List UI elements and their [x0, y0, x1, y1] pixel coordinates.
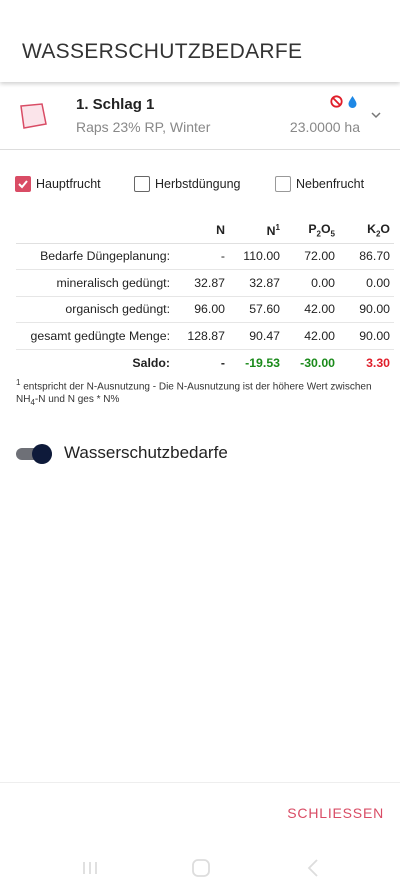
- system-nav-bar: [0, 846, 400, 892]
- app-header: WASSERSCHUTZBEDARFE: [0, 0, 400, 82]
- header-n1: N1: [229, 218, 284, 244]
- header-n: N: [174, 218, 229, 244]
- table-row: Bedarfe Düngeplanung: - 110.00 72.00 86.…: [16, 243, 394, 271]
- cell-k2o: 3.30: [366, 355, 390, 370]
- table-header-row: N N1 P2O5 K2O: [16, 218, 394, 244]
- cell-p2o5: -30.00: [300, 355, 335, 370]
- table-row: organisch gedüngt: 96.00 57.60 42.00 90.…: [16, 296, 394, 324]
- cell-p2o5: 0.00: [284, 269, 339, 297]
- checkbox-herbstduengung[interactable]: Herbstdüngung: [134, 176, 240, 192]
- toggle-label: Wasserschutzbedarfe: [64, 443, 228, 462]
- cell-k2o: 90.00: [339, 322, 394, 350]
- cell-n1: 90.47: [229, 322, 284, 350]
- checkbox-unchecked-icon[interactable]: [134, 176, 150, 192]
- row-label: Bedarfe Düngeplanung:: [16, 243, 174, 271]
- cell-p2o5: 42.00: [284, 296, 339, 324]
- cell-n1: 32.87: [229, 269, 284, 297]
- row-label: organisch gedüngt:: [16, 296, 174, 324]
- footnote: 1 entspricht der N-Ausnutzung - Die N-Au…: [16, 378, 372, 408]
- cell-k2o: 86.70: [339, 243, 394, 271]
- field-area: 23.0000 ha: [289, 119, 360, 135]
- cell-n: -: [220, 355, 225, 370]
- checkbox-unchecked-icon[interactable]: [275, 176, 291, 192]
- home-icon[interactable]: [191, 858, 211, 878]
- cell-n1: -19.53: [245, 355, 280, 370]
- back-icon[interactable]: [304, 858, 324, 878]
- cell-n: 32.87: [174, 269, 229, 297]
- cell-n: 96.00: [174, 296, 229, 324]
- field-crop: Raps 23% RP, Winter: [76, 119, 211, 135]
- recent-apps-icon[interactable]: [80, 858, 100, 878]
- row-label: mineralisch gedüngt:: [16, 269, 174, 297]
- table-row-saldo: Saldo: - -19.53 -30.00 3.30: [16, 349, 394, 376]
- checkbox-label: Nebenfrucht: [296, 177, 365, 191]
- row-label: gesamt gedüngte Menge:: [16, 322, 174, 350]
- nutrient-table: N N1 P2O5 K2O Bedarfe Düngeplanung: - 11…: [16, 218, 394, 376]
- wasserschutz-toggle[interactable]: [16, 444, 54, 464]
- cell-n: -: [174, 243, 229, 271]
- checkbox-hauptfrucht[interactable]: Hauptfrucht: [15, 176, 101, 192]
- crop-type-filters: Hauptfrucht Herbstdüngung Nebenfrucht: [0, 176, 400, 198]
- cell-n1: 57.60: [229, 296, 284, 324]
- cell-n: 128.87: [174, 322, 229, 350]
- header-k2o: K2O: [339, 218, 394, 244]
- checkbox-nebenfrucht[interactable]: Nebenfrucht: [275, 176, 364, 192]
- page-title: WASSERSCHUTZBEDARFE: [22, 40, 303, 63]
- checkbox-label: Herbstdüngung: [155, 177, 241, 191]
- cell-p2o5: 42.00: [284, 322, 339, 350]
- row-label: Saldo:: [132, 355, 170, 370]
- header-p2o5: P2O5: [284, 218, 339, 244]
- close-button[interactable]: SCHLIESSEN: [287, 805, 384, 821]
- dialog-footer: SCHLIESSEN: [0, 782, 400, 842]
- cell-k2o: 90.00: [339, 296, 394, 324]
- cell-k2o: 0.00: [339, 269, 394, 297]
- no-entry-icon: [330, 95, 343, 108]
- water-drop-icon: [348, 96, 357, 108]
- table-row: gesamt gedüngte Menge: 128.87 90.47 42.0…: [16, 322, 394, 350]
- field-shape-icon: [20, 103, 47, 129]
- chevron-down-icon[interactable]: [370, 109, 382, 121]
- checkbox-label: Hauptfrucht: [36, 177, 101, 191]
- checkbox-checked-icon[interactable]: [15, 176, 31, 192]
- field-selector[interactable]: 1. Schlag 1 Raps 23% RP, Winter 23.0000 …: [0, 84, 400, 150]
- table-row: mineralisch gedüngt: 32.87 32.87 0.00 0.…: [16, 269, 394, 297]
- field-name: 1. Schlag 1: [76, 96, 155, 113]
- cell-n1: 110.00: [229, 243, 284, 271]
- cell-p2o5: 72.00: [284, 243, 339, 271]
